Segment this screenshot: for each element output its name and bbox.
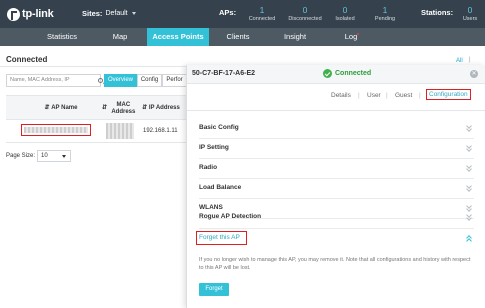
- tab-configuration[interactable]: Configuration: [426, 89, 471, 100]
- tab-separator: |: [419, 92, 421, 99]
- stat-label: Connected: [248, 16, 276, 22]
- search-icon[interactable]: [98, 78, 103, 83]
- chevron-down-icon: [466, 144, 472, 152]
- column-mac-address[interactable]: ⇵ MAC Address: [102, 96, 138, 121]
- section-label: Forget this AP: [199, 234, 240, 241]
- chevron-down-icon: [466, 213, 472, 221]
- page-title: Connected: [6, 55, 48, 64]
- chevron-down-icon: [131, 12, 136, 15]
- tp-link-logo-icon: [7, 7, 20, 21]
- section-label: Radio: [199, 164, 218, 171]
- section-ip-setting[interactable]: IP Setting: [199, 139, 474, 159]
- close-icon[interactable]: ✕: [470, 70, 478, 78]
- page-size-value: 10: [41, 153, 48, 159]
- tab-separator: |: [358, 92, 360, 99]
- stat-label: Pending: [374, 16, 396, 22]
- logo-text: tp-link: [22, 8, 54, 20]
- stat-value: 1: [259, 5, 265, 15]
- chevron-down-icon: [466, 164, 472, 172]
- ap-name-highlight[interactable]: [21, 124, 91, 136]
- divider: [187, 110, 485, 111]
- nav-log-label: Log: [344, 32, 358, 41]
- nav-log[interactable]: Log: [336, 28, 368, 46]
- column-mac-address-label: MAC Address: [111, 101, 136, 115]
- tab-details[interactable]: Details: [331, 92, 351, 99]
- chevron-down-icon: [466, 124, 472, 132]
- forget-button[interactable]: Forget: [199, 283, 229, 296]
- stat-users[interactable]: 0 Users: [447, 5, 485, 23]
- ap-detail-panel: 50-C7-BF-17-A6-E2 Connected ✕ Details | …: [186, 65, 485, 308]
- chevron-down-icon: [466, 184, 472, 192]
- column-ip-address[interactable]: ⇵ IP Address: [141, 96, 181, 121]
- section-forget-ap[interactable]: Forget this AP: [196, 229, 474, 249]
- stat-pending[interactable]: 1 Pending: [362, 5, 408, 23]
- tab-performance[interactable]: Perfor: [162, 74, 187, 87]
- table-row[interactable]: 192.168.1.11: [6, 120, 187, 143]
- mac-address-blurred: [106, 123, 134, 139]
- table-header: ⇵ AP Name ⇵ MAC Address ⇵ IP Address: [6, 95, 187, 120]
- nav-map[interactable]: Map: [100, 28, 140, 46]
- ap-mac-title: 50-C7-BF-17-A6-E2: [192, 70, 256, 77]
- status-badge: Connected: [323, 69, 371, 78]
- stat-label: Users: [462, 16, 478, 22]
- panel-header: 50-C7-BF-17-A6-E2 Connected ✕: [187, 65, 485, 84]
- column-ip-address-label: IP Address: [148, 105, 180, 111]
- tab-config[interactable]: Config: [137, 74, 162, 87]
- filter-separator: |: [469, 57, 471, 63]
- main-nav: Statistics Map Access Points Clients Ins…: [0, 28, 485, 46]
- stat-value: 0: [467, 5, 473, 15]
- filter-all-link[interactable]: All: [456, 58, 463, 64]
- stat-value: 1: [382, 5, 388, 15]
- page-size-label: Page Size:: [6, 153, 36, 159]
- section-rogue-ap-detection[interactable]: Rogue AP Detection: [199, 209, 474, 229]
- nav-statistics[interactable]: Statistics: [36, 28, 88, 46]
- column-ap-name-label: AP Name: [51, 105, 78, 111]
- check-circle-icon: [323, 69, 332, 78]
- tab-separator: |: [386, 92, 388, 99]
- tab-overview[interactable]: Overview: [104, 74, 137, 87]
- section-basic-config[interactable]: Basic Config: [199, 119, 474, 139]
- search-input[interactable]: Name, MAC Address, IP: [6, 74, 103, 87]
- column-ap-name[interactable]: ⇵ AP Name: [26, 96, 96, 121]
- ip-address-value: 192.168.1.11: [143, 128, 178, 134]
- top-bar: tp-link Sites: Default APs: 1 Connected …: [0, 0, 485, 28]
- notification-dot-icon: [357, 33, 360, 35]
- page-size-select[interactable]: 10: [37, 150, 71, 162]
- chevron-down-icon: [62, 155, 66, 158]
- nav-insight[interactable]: Insight: [274, 28, 316, 46]
- stat-connected[interactable]: 1 Connected: [239, 5, 285, 23]
- sites-label: Sites:: [82, 9, 103, 18]
- tab-user[interactable]: User: [367, 92, 381, 99]
- section-label: Rogue AP Detection: [199, 213, 262, 220]
- panel-tabs: Details | User | Guest | Configuration: [187, 89, 485, 104]
- forget-description: If you no longer wish to manage this AP,…: [199, 257, 471, 271]
- tp-link-logo[interactable]: tp-link: [7, 5, 63, 23]
- section-load-balance[interactable]: Load Balance: [199, 179, 474, 199]
- section-label: IP Setting: [199, 144, 229, 151]
- nav-clients[interactable]: Clients: [216, 28, 260, 46]
- sites-value: Default: [105, 10, 128, 17]
- section-label: Basic Config: [199, 124, 239, 131]
- search-placeholder: Name, MAC Address, IP: [10, 77, 70, 83]
- section-label: Load Balance: [199, 184, 242, 191]
- aps-label: APs:: [219, 8, 237, 17]
- section-radio[interactable]: Radio: [199, 159, 474, 179]
- nav-access-points[interactable]: Access Points: [147, 28, 209, 46]
- status-text: Connected: [335, 70, 372, 77]
- tab-guest[interactable]: Guest: [395, 92, 412, 99]
- chevron-up-icon: [466, 234, 472, 242]
- site-selector[interactable]: Sites: Default: [82, 9, 136, 18]
